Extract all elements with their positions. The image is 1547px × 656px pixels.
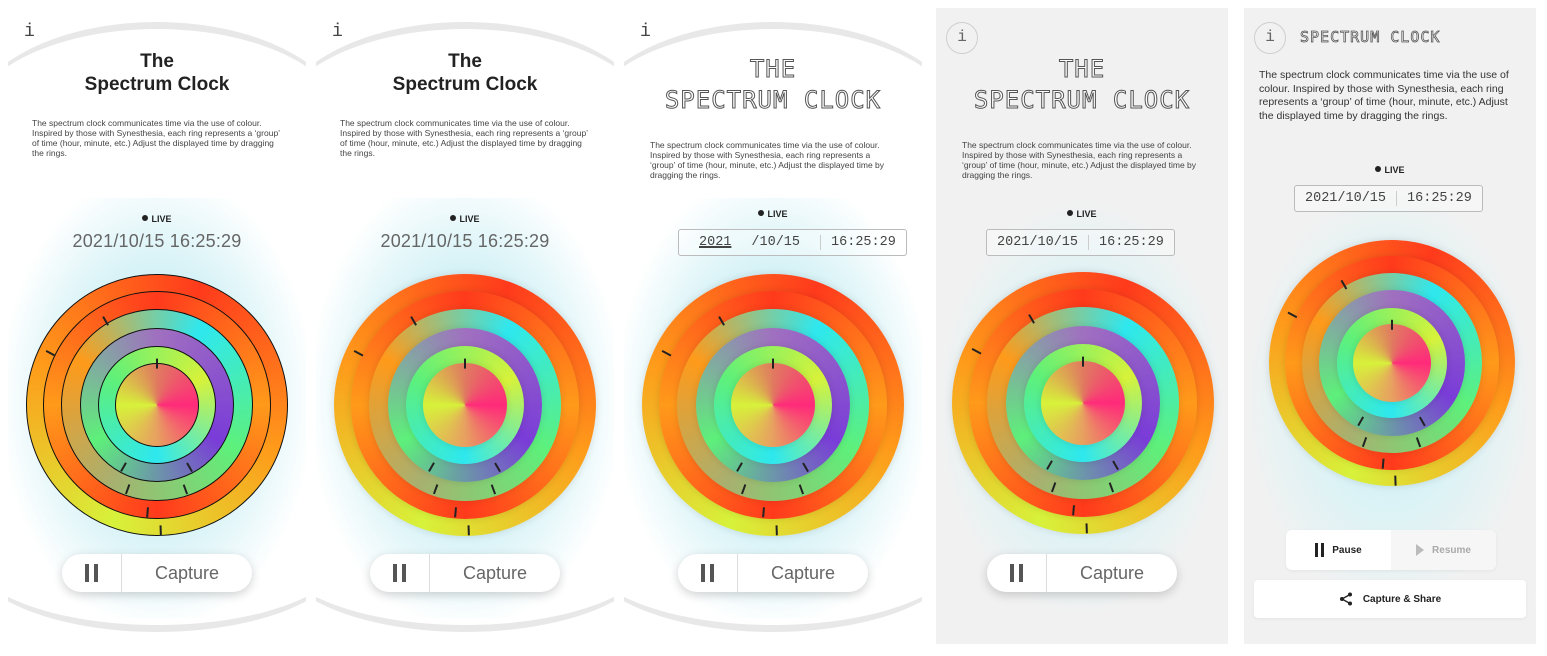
variant-4-panel: i THE SPECTRUM CLOCK The spectrum clock … — [936, 8, 1228, 644]
clock-center[interactable] — [423, 363, 507, 447]
live-dot-icon — [142, 215, 149, 221]
datetime-display: 2021/10/15 16:25:29 — [72, 231, 242, 251]
clock-center[interactable] — [115, 363, 199, 447]
capture-button[interactable]: Capture — [738, 563, 868, 584]
pause-icon — [1010, 564, 1023, 582]
description: The spectrum clock communicates time via… — [340, 118, 588, 158]
capture-button[interactable]: Capture — [1047, 563, 1177, 584]
live-indicator: LIVE — [936, 209, 1228, 219]
page-title: SPECTRUM CLOCK — [1300, 28, 1441, 47]
live-label: LIVE — [1384, 165, 1405, 175]
title-line-1: The — [140, 51, 174, 72]
description: The spectrum clock communicates time via… — [650, 140, 885, 180]
clock-center[interactable] — [1352, 323, 1432, 403]
live-label: LIVE — [1076, 209, 1097, 219]
capture-button[interactable]: Capture — [122, 563, 252, 584]
pause-button[interactable] — [370, 554, 430, 592]
pause-button[interactable] — [987, 554, 1047, 592]
variant-5-panel: i SPECTRUM CLOCK The spectrum clock comm… — [1244, 8, 1536, 644]
clock-tick — [1082, 356, 1084, 367]
title-line-2: Spectrum Clock — [84, 74, 230, 95]
live-dot-icon — [758, 210, 765, 216]
control-pill: Capture — [62, 554, 252, 592]
page-title: The Spectrum Clock — [8, 50, 306, 96]
pause-icon — [1315, 543, 1325, 557]
title-line-2: SPECTRUM CLOCK — [664, 86, 882, 115]
pause-icon — [85, 564, 98, 582]
live-label: LIVE — [767, 209, 788, 219]
pause-button[interactable] — [678, 554, 738, 592]
clock-tick — [772, 358, 774, 369]
description: The spectrum clock communicates time via… — [962, 140, 1197, 180]
resume-label: Resume — [1432, 544, 1471, 556]
clock-tick — [156, 358, 158, 369]
spectrum-clock[interactable] — [334, 274, 596, 536]
live-label: LIVE — [151, 214, 172, 224]
live-indicator: LIVE — [1244, 165, 1536, 175]
info-icon[interactable]: i — [332, 22, 343, 42]
capture-share-label: Capture & Share — [1362, 593, 1442, 605]
live-dot-icon — [1067, 210, 1074, 216]
title-line-1: THE — [749, 55, 797, 84]
title-line-2: SPECTRUM CLOCK — [973, 86, 1191, 115]
live-dot-icon — [450, 215, 457, 221]
pause-button[interactable]: Pause — [1286, 530, 1391, 570]
time-segment[interactable]: 16:25:29 — [1089, 230, 1174, 255]
pause-icon — [393, 564, 406, 582]
clock-tick — [464, 358, 466, 369]
title-line-1: THE — [1058, 55, 1106, 84]
spectrum-clock[interactable] — [952, 272, 1214, 534]
share-icon — [1339, 592, 1352, 606]
page-title: THE SPECTRUM CLOCK — [624, 54, 922, 116]
year-segment[interactable]: 2021 — [689, 235, 741, 250]
info-icon[interactable]: i — [640, 22, 651, 42]
title-line-1: The — [448, 51, 482, 72]
control-pill: Capture — [370, 554, 560, 592]
variant-2-panel: i The Spectrum Clock The spectrum clock … — [316, 8, 614, 644]
variant-1-panel: i The Spectrum Clock The spectrum clock … — [8, 8, 306, 644]
page-title: The Spectrum Clock — [316, 50, 614, 96]
datetime-field[interactable]: 2021/10/15 16:25:29 — [1294, 185, 1483, 212]
title-line-2: Spectrum Clock — [392, 74, 538, 95]
time-segment[interactable]: 16:25:29 — [1397, 186, 1482, 211]
date-segment[interactable]: 2021/10/15 — [679, 230, 820, 255]
info-icon[interactable]: i — [946, 22, 978, 54]
play-icon — [1416, 544, 1425, 556]
description: The spectrum clock communicates time via… — [32, 118, 280, 158]
live-label: LIVE — [459, 214, 480, 224]
pause-resume-group: Pause Resume — [1286, 530, 1496, 570]
live-indicator: LIVE — [8, 214, 306, 224]
pause-button[interactable] — [62, 554, 122, 592]
clock-tick — [1391, 319, 1393, 330]
spectrum-clock[interactable] — [642, 274, 904, 536]
pause-label: Pause — [1332, 544, 1362, 556]
datetime-display: 2021/10/15 16:25:29 — [380, 231, 550, 251]
variant-3-panel: i THE SPECTRUM CLOCK The spectrum clock … — [624, 8, 922, 644]
control-pill: Capture — [987, 554, 1177, 592]
date-segment[interactable]: 2021/10/15 — [987, 230, 1088, 255]
month-day-segment[interactable]: /10/15 — [741, 235, 810, 250]
datetime-field[interactable]: 2021/10/15 16:25:29 — [678, 229, 907, 256]
capture-button[interactable]: Capture — [430, 563, 560, 584]
clock-center[interactable] — [731, 363, 815, 447]
datetime-field[interactable]: 2021/10/15 16:25:29 — [986, 229, 1175, 256]
info-icon[interactable]: i — [1254, 22, 1286, 54]
date-segment[interactable]: 2021/10/15 — [1295, 186, 1396, 211]
clock-center[interactable] — [1041, 361, 1125, 445]
pause-icon — [701, 564, 714, 582]
resume-button[interactable]: Resume — [1391, 530, 1496, 570]
info-icon[interactable]: i — [24, 22, 35, 42]
control-pill: Capture — [678, 554, 868, 592]
spectrum-clock[interactable] — [1269, 240, 1515, 486]
capture-share-button[interactable]: Capture & Share — [1254, 580, 1526, 618]
time-segment[interactable]: 16:25:29 — [821, 230, 906, 255]
live-dot-icon — [1375, 166, 1382, 172]
description: The spectrum clock communicates time via… — [1259, 69, 1509, 122]
spectrum-clock[interactable] — [26, 274, 288, 536]
page-title: THE SPECTRUM CLOCK — [936, 54, 1228, 116]
live-indicator: LIVE — [624, 209, 922, 219]
live-indicator: LIVE — [316, 214, 614, 224]
